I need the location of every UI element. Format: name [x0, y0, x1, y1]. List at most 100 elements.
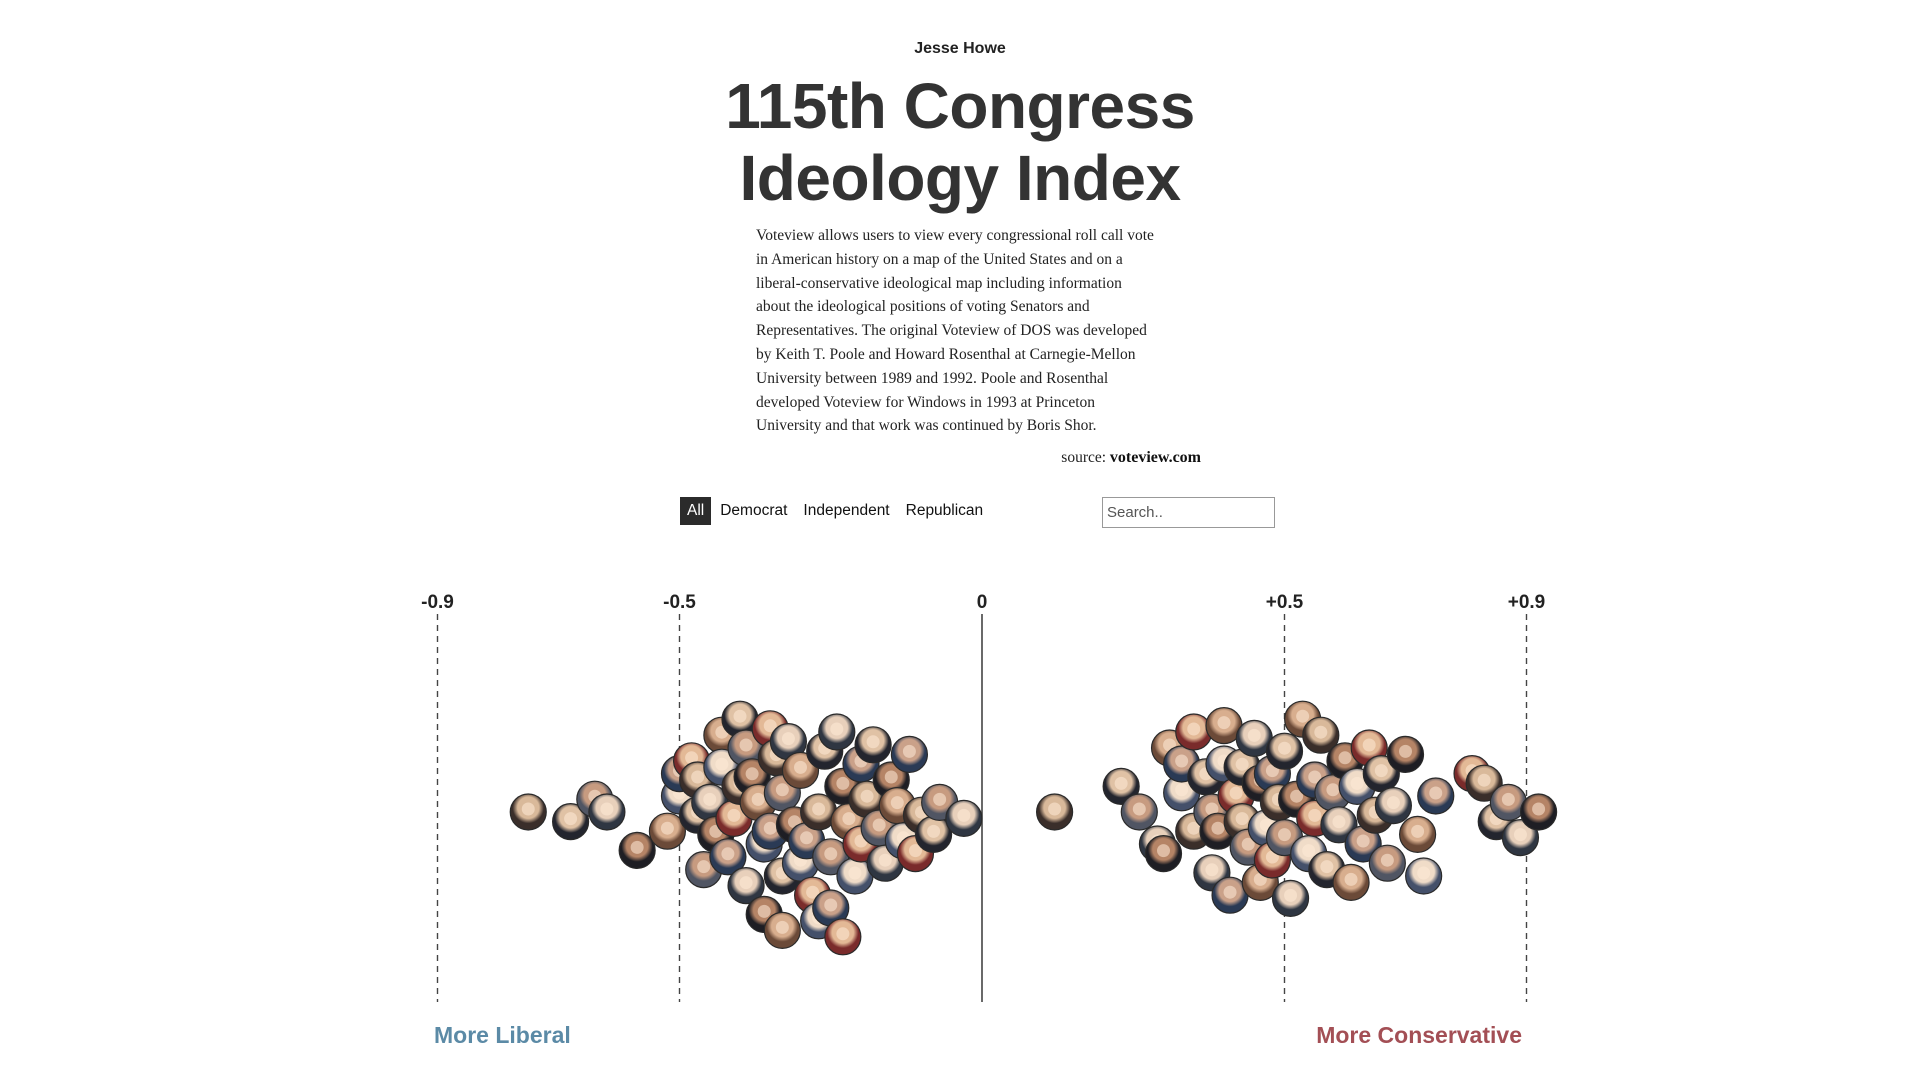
member-face-highlight — [1296, 709, 1310, 723]
member-face-highlight — [878, 853, 892, 867]
member-face-highlight — [824, 898, 838, 912]
member-face-highlight — [890, 796, 904, 810]
member-face-highlight — [1374, 764, 1388, 778]
member-face-highlight — [1278, 828, 1291, 842]
member-face-highlight — [1362, 738, 1376, 752]
member-point — [945, 799, 983, 838]
member-face-highlight — [1350, 776, 1364, 790]
member-point — [1519, 793, 1558, 831]
member-point — [1398, 815, 1437, 854]
member-face-highlight — [739, 738, 753, 752]
member-face-highlight — [1175, 754, 1189, 768]
member-face-highlight — [727, 808, 741, 822]
member-face-highlight — [1235, 812, 1249, 826]
member-point — [1035, 793, 1074, 831]
member-face-highlight — [1386, 796, 1400, 810]
member-face-highlight — [1314, 725, 1328, 739]
member-face-highlight — [1332, 815, 1346, 829]
member-face-highlight — [830, 722, 844, 736]
member-face-highlight — [1429, 786, 1443, 800]
member-face-highlight — [775, 920, 789, 934]
member-face-highlight — [933, 792, 947, 806]
member-face-highlight — [1132, 802, 1146, 816]
member-face-highlight — [1211, 821, 1225, 835]
member-face-highlight — [1501, 792, 1515, 806]
member-face-highlight — [1157, 844, 1170, 858]
member-point — [1144, 834, 1183, 873]
member-face-highlight — [1302, 844, 1316, 858]
member-point — [890, 735, 929, 774]
member-face-highlight — [1380, 853, 1394, 867]
member-face-highlight — [1048, 802, 1062, 816]
member-point — [763, 911, 801, 950]
member-face-highlight — [1326, 783, 1340, 797]
member-point — [1405, 857, 1443, 895]
member-face-highlight — [521, 802, 535, 816]
member-face-highlight — [739, 876, 753, 890]
more-conservative-label: More Conservative — [1316, 1022, 1522, 1048]
member-face-highlight — [812, 802, 826, 816]
member-point — [824, 918, 862, 956]
member-face-highlight — [1114, 776, 1128, 790]
member-face-highlight — [1278, 741, 1291, 755]
member-face-highlight — [1399, 744, 1412, 758]
member-face-highlight — [600, 802, 614, 816]
member-face-highlight — [902, 744, 916, 758]
page: Jesse Howe 115th Congress Ideology Index… — [0, 0, 1920, 1080]
member-face-highlight — [697, 860, 711, 874]
member-face-highlight — [691, 770, 705, 784]
member-face-highlight — [842, 812, 856, 826]
member-face-highlight — [1235, 757, 1249, 771]
member-face-highlight — [763, 821, 777, 835]
member-face-highlight — [630, 840, 644, 854]
member-face-highlight — [1477, 773, 1491, 787]
member-face-highlight — [794, 760, 807, 774]
axis-tick-label: +0.5 — [1266, 592, 1304, 613]
member-face-highlight — [1284, 888, 1298, 902]
member-face-highlight — [660, 821, 674, 835]
axis-tick-label: 0 — [977, 592, 988, 613]
member-point — [509, 793, 547, 831]
member-face-highlight — [836, 776, 850, 790]
member-face-highlight — [715, 757, 729, 771]
member-face-highlight — [721, 847, 735, 861]
member-point — [1417, 777, 1455, 815]
member-face-highlight — [1320, 860, 1334, 874]
member-point — [588, 793, 626, 831]
member-face-highlight — [1356, 834, 1370, 848]
member-face-highlight — [1205, 863, 1219, 877]
member-face-highlight — [884, 770, 898, 784]
axis-tick-label: +0.9 — [1508, 592, 1546, 613]
member-point — [1265, 732, 1304, 770]
member-face-highlight — [751, 792, 765, 806]
axis-tick-label: -0.5 — [663, 592, 696, 613]
member-point — [618, 831, 656, 870]
member-point — [1374, 786, 1413, 825]
member-face-highlight — [1513, 828, 1527, 842]
member-point — [1175, 713, 1213, 751]
member-face-highlight — [866, 735, 880, 749]
member-face-highlight — [957, 808, 971, 822]
member-face-highlight — [1229, 786, 1243, 800]
member-face-highlight — [1344, 872, 1358, 886]
member-point — [818, 713, 856, 751]
member-face-highlight — [1417, 866, 1431, 880]
member-face-highlight — [836, 927, 850, 941]
member-face-highlight — [1175, 783, 1189, 797]
member-face-highlight — [733, 709, 747, 723]
member-face-highlight — [1338, 751, 1352, 765]
member-face-highlight — [848, 866, 862, 880]
member-face-highlight — [1411, 824, 1425, 838]
member-face-highlight — [703, 792, 717, 806]
member-face-highlight — [1217, 716, 1231, 730]
ideology-chart: -0.9 -0.5 0 +0.5 +0.9 — [421, 592, 1558, 1002]
member-point — [1332, 863, 1370, 902]
member-face-highlight — [564, 812, 578, 826]
member-face-highlight — [927, 824, 941, 838]
member-point — [1271, 879, 1310, 918]
member-face-highlight — [775, 783, 789, 797]
member-face-highlight — [781, 732, 795, 746]
axis-tick-label: -0.9 — [421, 592, 454, 613]
member-point — [1368, 844, 1406, 882]
member-point — [854, 726, 892, 764]
